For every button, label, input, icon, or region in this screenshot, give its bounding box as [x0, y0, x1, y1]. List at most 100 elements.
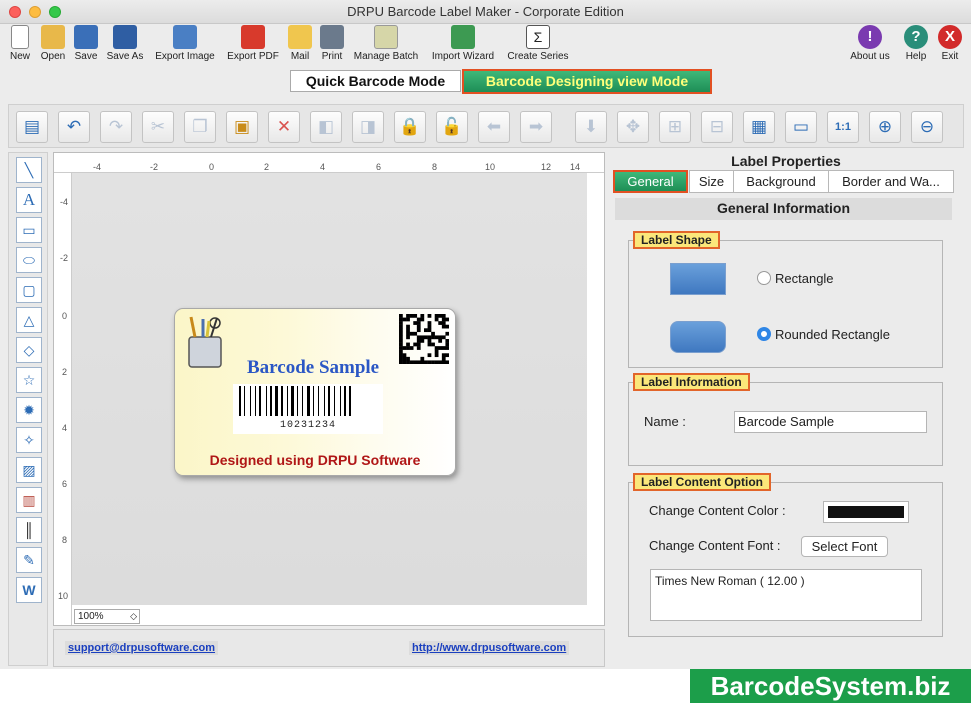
zoom-in-icon[interactable]: ⊕ — [869, 111, 901, 143]
diamond-tool-icon[interactable]: ◇ — [16, 337, 42, 363]
website-link[interactable]: http://www.drpusoftware.com — [409, 641, 570, 655]
lock-icon[interactable]: 🔒 — [394, 111, 426, 143]
datamatrix-cell — [416, 324, 421, 329]
datamatrix-cell — [438, 314, 443, 318]
rounded-rectangle-radio[interactable]: Rounded Rectangle — [757, 327, 890, 342]
select-font-button[interactable]: Select Font — [801, 536, 888, 557]
barcode-bar — [266, 386, 267, 416]
pdf-icon — [241, 25, 265, 49]
support-email-link[interactable]: support@drpusoftware.com — [65, 641, 219, 655]
datamatrix-cell — [434, 349, 439, 354]
tab-border-and-watermark[interactable]: Border and Wa... — [828, 170, 954, 193]
datamatrix-cell — [427, 328, 432, 333]
tab-general[interactable]: General — [613, 170, 688, 193]
star-tool-icon[interactable]: ☆ — [16, 367, 42, 393]
datamatrix-cell — [402, 317, 407, 322]
help-icon: ? — [904, 25, 928, 49]
import-wizard-button[interactable]: Import Wizard — [428, 25, 498, 67]
properties-icon[interactable]: ▤ — [16, 111, 48, 143]
ruler-tick: 6 — [376, 162, 382, 172]
exit-button[interactable]: X Exit — [936, 25, 964, 67]
label-footer-text: Designed using DRPU Software — [209, 452, 421, 468]
picture-tool-icon[interactable]: ▨ — [16, 457, 42, 483]
info-icon: ! — [858, 25, 882, 49]
about-us-label: About us — [850, 51, 890, 62]
tab-background[interactable]: Background — [733, 170, 829, 193]
rectangle-tool-icon[interactable]: ▭ — [16, 217, 42, 243]
datamatrix-cell — [416, 328, 421, 333]
barcode-tool-icon[interactable]: ║ — [16, 517, 42, 543]
arrow-down-icon[interactable]: ⬇ — [575, 111, 607, 143]
ruler-icon[interactable]: ▭ — [785, 111, 817, 143]
align-horizontal-icon[interactable]: ⊟ — [701, 111, 733, 143]
actual-size-icon[interactable]: 1:1 — [827, 111, 859, 143]
sigma-icon: Σ — [526, 25, 550, 49]
datamatrix-cell — [399, 360, 403, 364]
rectangle-label: Rectangle — [775, 271, 834, 286]
name-input[interactable]: Barcode Sample — [734, 411, 927, 433]
sparkle-tool-icon[interactable]: ✧ — [16, 427, 42, 453]
center-icon[interactable]: ✥ — [617, 111, 649, 143]
export-pdf-button[interactable]: Export PDF — [224, 25, 282, 67]
datamatrix-cell — [434, 335, 439, 340]
folder-open-icon — [41, 25, 65, 49]
create-series-button[interactable]: Σ Create Series — [504, 25, 572, 67]
redo-icon[interactable]: ↷ — [100, 111, 132, 143]
new-button[interactable]: New — [6, 25, 34, 67]
content-color-picker[interactable] — [823, 501, 909, 523]
label-content-group: Change Content Color : Change Content Fo… — [628, 482, 943, 637]
zoom-out-icon[interactable]: ⊖ — [911, 111, 943, 143]
barcode-bar — [324, 386, 325, 416]
datamatrix-cell — [427, 360, 432, 364]
datamatrix-cell — [413, 314, 418, 318]
text-tool-icon[interactable]: A — [16, 187, 42, 213]
barcode-label-card[interactable]: Barcode Sample 10231234 Designed using D… — [174, 308, 456, 476]
properties-tabs: General Size Background Border and Wa... — [613, 170, 954, 194]
copy-icon[interactable]: ❐ — [184, 111, 216, 143]
delete-icon[interactable]: ✕ — [268, 111, 300, 143]
print-button[interactable]: Print — [318, 25, 346, 67]
datamatrix-cell — [434, 317, 439, 322]
watermark-tool-icon[interactable]: W — [16, 577, 42, 603]
grid-icon[interactable]: ▦ — [743, 111, 775, 143]
unlock-icon[interactable]: 🔓 — [436, 111, 468, 143]
datamatrix-cell — [399, 324, 403, 329]
ellipse-tool-icon[interactable]: ⬭ — [16, 247, 42, 273]
help-button[interactable]: ? Help — [902, 25, 930, 67]
cut-icon[interactable]: ✂ — [142, 111, 174, 143]
tab-size[interactable]: Size — [689, 170, 734, 193]
burst-tool-icon[interactable]: ✹ — [16, 397, 42, 423]
ruler-tick: 6 — [62, 479, 68, 489]
datamatrix-cell — [445, 353, 449, 358]
rounded-rectangle-tool-icon[interactable]: ▢ — [16, 277, 42, 303]
manage-batch-button[interactable]: Manage Batch — [350, 25, 422, 67]
undo-icon[interactable]: ↶ — [58, 111, 90, 143]
save-as-button[interactable]: Save As — [104, 25, 146, 67]
ruler-tick: 2 — [62, 367, 68, 377]
status-bar: support@drpusoftware.com http://www.drpu… — [53, 629, 605, 667]
signature-tool-icon[interactable]: ✎ — [16, 547, 42, 573]
send-back-icon[interactable]: ◨ — [352, 111, 384, 143]
datamatrix-cell — [427, 342, 432, 347]
rectangle-radio[interactable]: Rectangle — [757, 271, 834, 286]
arrow-right-icon[interactable]: ➡ — [520, 111, 552, 143]
open-button[interactable]: Open — [38, 25, 68, 67]
arrow-left-icon[interactable]: ⬅ — [478, 111, 510, 143]
library-tool-icon[interactable]: ▥ — [16, 487, 42, 513]
about-us-button[interactable]: ! About us — [846, 25, 894, 67]
line-tool-icon[interactable]: ╲ — [16, 157, 42, 183]
export-image-button[interactable]: Export Image — [152, 25, 218, 67]
zoom-select[interactable]: 100% ◇ — [74, 609, 140, 624]
datamatrix-cell — [434, 314, 439, 318]
save-button[interactable]: Save — [72, 25, 100, 67]
triangle-tool-icon[interactable]: △ — [16, 307, 42, 333]
barcode-object: 10231234 — [233, 384, 383, 434]
mail-button[interactable]: Mail — [286, 25, 314, 67]
datamatrix-cell — [413, 331, 418, 336]
align-vertical-icon[interactable]: ⊞ — [659, 111, 691, 143]
paste-icon[interactable]: ▣ — [226, 111, 258, 143]
bring-front-icon[interactable]: ◧ — [310, 111, 342, 143]
panel-title: Label Properties — [731, 153, 841, 169]
designing-view-mode-tab[interactable]: Barcode Designing view Mode — [462, 69, 712, 94]
quick-barcode-mode-tab[interactable]: Quick Barcode Mode — [290, 70, 461, 92]
